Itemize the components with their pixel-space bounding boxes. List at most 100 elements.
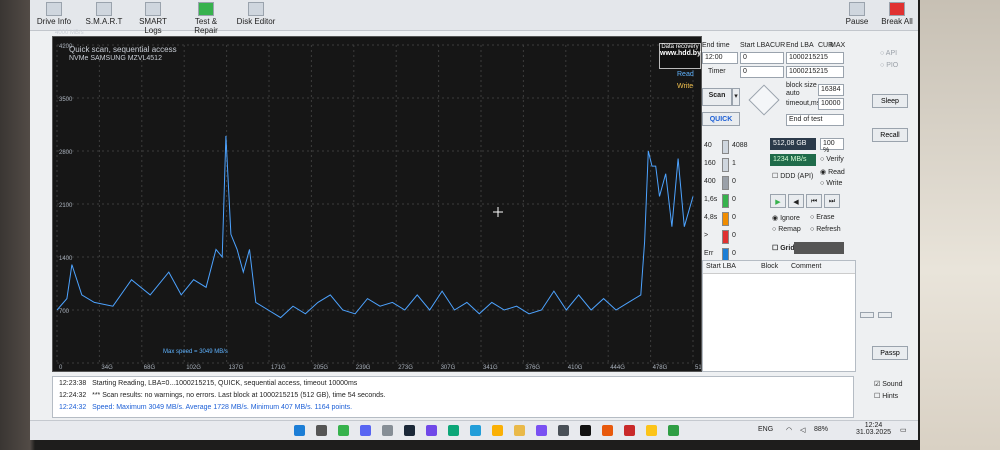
verify-radio[interactable]: ○ Verify [820,156,844,163]
current-speed: 1234 MB/s [770,154,816,166]
latency-threshold: 400 [704,178,716,185]
app-icon-yellow[interactable] [492,425,503,436]
x-tick-label: 376G [525,365,540,371]
end-time-input[interactable]: 12:00 [702,52,738,64]
tab-disk-editor[interactable]: Disk Editor [236,2,276,26]
progress-percent: 100 % [820,138,844,154]
y-tick-label: 1400 [59,256,73,262]
passp-button[interactable]: Passp [872,346,908,360]
sound-checkbox[interactable]: ☑ Sound [874,380,902,388]
tab-smart-logs[interactable]: SMART Logs [130,2,176,35]
latency-count: 0 [732,250,736,257]
end-of-test-select[interactable]: End of test [786,114,844,126]
task-view-icon[interactable] [316,425,327,436]
pio-radio[interactable]: ○ PIO [880,62,898,69]
smart-logs-icon [145,2,161,16]
volume-icon[interactable]: ◁ [800,426,805,434]
y-tick-label: 700 [59,309,70,315]
data-recovery-badge[interactable]: Data recovery www.hdd.by [659,43,701,69]
discord-icon[interactable] [360,425,371,436]
x-tick-label: 307G [441,365,456,371]
log-entry: 12:24:32 Speed: Maximum 3049 MB/s. Avera… [59,404,352,411]
steam-icon[interactable] [404,425,415,436]
end-lba-input[interactable]: 1000215215 [786,52,844,64]
battery-percent[interactable]: 88% [814,426,828,433]
test-repair-icon [198,2,214,16]
latency-threshold: 40 [704,142,712,149]
tab-test-repair[interactable]: Test & Repair [182,2,230,35]
refresh-radio[interactable]: ○ Refresh [810,226,841,233]
ddd-api-checkbox[interactable]: ☐ DDD (API) [772,172,813,180]
timer-checkbox[interactable]: Timer [708,68,726,75]
timeout-select[interactable]: 10000 [818,98,844,110]
side-button-right[interactable] [878,312,892,318]
x-tick-label: 0 [59,365,63,371]
xbox-icon[interactable] [338,425,349,436]
clock[interactable]: 12:24 31.03.2025 [856,422,891,436]
defects-table: Start LBA Block Comment [702,260,856,372]
x-tick-label: 205G [313,365,328,371]
latency-counter: 1,6s 0 [702,194,762,208]
chart-title: Quick scan, sequential access [69,45,177,54]
hints-checkbox[interactable]: ☐ Hints [874,392,898,400]
remap-radio[interactable]: ○ Remap [772,226,801,233]
latency-threshold: 4,8s [704,214,718,221]
latency-count: 0 [732,178,736,185]
grid-checkbox[interactable]: ☐ Grid [772,244,795,252]
chrome-icon[interactable] [646,425,657,436]
rewind-icon[interactable]: ◀ [788,194,804,208]
max-button[interactable]: MAX [830,42,845,49]
start-lba-input[interactable]: 0 [740,52,784,64]
latency-color-swatch [722,212,729,226]
log-time: 12:24:32 [59,404,87,411]
victoria-icon[interactable] [668,425,679,436]
tab-drive-info[interactable]: Drive Info [36,2,72,26]
write-legend[interactable]: Write [677,83,693,90]
start-cur-button[interactable]: CUR [770,42,785,49]
block-size-select[interactable]: 16384 [818,84,844,96]
read-radio[interactable]: ◉ Read [820,168,845,176]
skip-forward-icon[interactable]: ⏭ [824,194,840,208]
app-icon-gray[interactable] [558,425,569,436]
x-tick-label: 444G [610,365,625,371]
auto-checkbox[interactable]: auto [786,90,800,97]
write-radio[interactable]: ○ Write [820,180,842,187]
x-tick-label: 410G [568,365,583,371]
play-icon[interactable]: ▶ [770,194,786,208]
app-icon-orange[interactable] [602,425,613,436]
log-time: 12:23:38 [59,380,87,387]
skip-back-icon[interactable]: ⏮ [806,194,822,208]
viber-icon[interactable] [536,425,547,436]
start-icon[interactable] [294,425,305,436]
defects-table-header: Start LBA Block Comment [703,261,855,274]
telegram-icon[interactable] [470,425,481,436]
notification-icon[interactable]: ▭ [900,426,907,434]
sleep-button[interactable]: Sleep [872,94,908,108]
scan-dropdown-icon[interactable]: ▾ [732,88,740,106]
max-speed-label: Max speed = 3049 MB/s [163,349,228,355]
tiktok-icon[interactable] [580,425,591,436]
log-entry: 12:23:38 Starting Reading, LBA=0...10002… [59,380,357,387]
recall-button[interactable]: Recall [872,128,908,142]
erase-radio[interactable]: ○ Erase [810,214,834,221]
timer-input[interactable]: 0 [740,66,784,78]
end-time-label: End time [702,42,730,49]
tab-smart[interactable]: S.M.A.R.T [84,2,124,26]
app-icon-purple[interactable] [426,425,437,436]
event-log: 12:23:38 Starting Reading, LBA=0...10002… [52,376,854,418]
file-explorer-icon[interactable] [514,425,525,436]
app-icon-red[interactable] [624,425,635,436]
read-legend[interactable]: Read [677,71,694,78]
wifi-icon[interactable]: ◠ [786,426,792,434]
scan-button[interactable]: Scan [702,88,732,106]
ignore-radio[interactable]: ◉ Ignore [772,214,800,222]
quick-button[interactable]: QUICK [702,112,740,126]
side-button-left[interactable] [860,312,874,318]
app-icon-green[interactable] [448,425,459,436]
smart-icon [96,2,112,16]
app-icon[interactable] [382,425,393,436]
api-radio[interactable]: ○ API [880,50,897,57]
x-tick-label: 273G [398,365,413,371]
language-indicator[interactable]: ENG [758,426,773,433]
direction-pad[interactable] [746,82,780,116]
